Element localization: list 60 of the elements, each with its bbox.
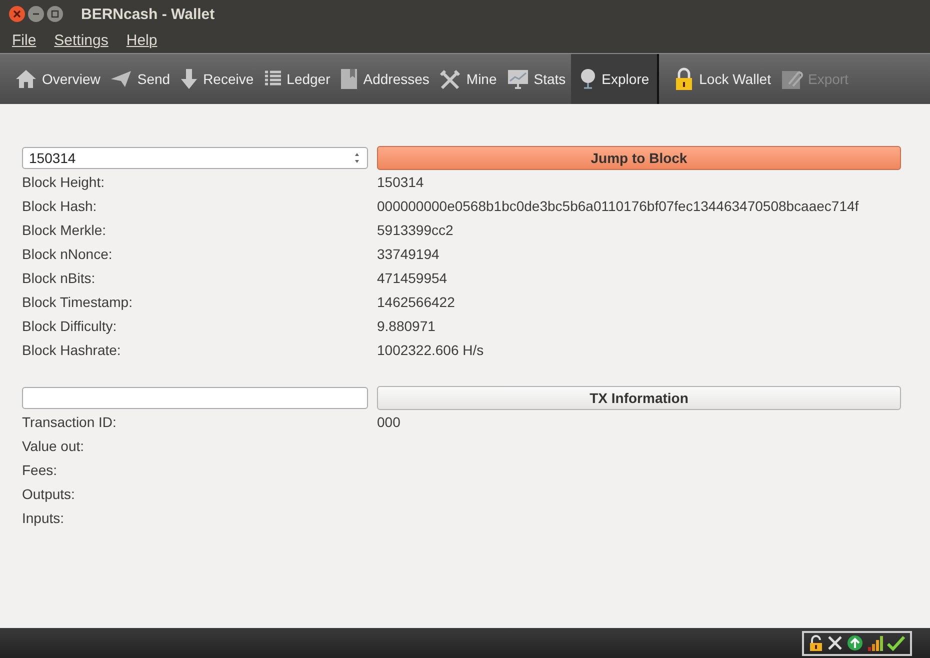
list-icon bbox=[264, 70, 282, 88]
field-value: 5913399cc2 bbox=[377, 222, 454, 238]
field-label: Block nNonce: bbox=[22, 246, 114, 262]
globe-icon bbox=[578, 68, 597, 90]
paperclip-icon bbox=[780, 68, 803, 90]
field-value: 1462566422 bbox=[377, 294, 456, 310]
paper-plane-icon bbox=[110, 70, 132, 88]
jump-to-block-button[interactable]: Jump to Block bbox=[377, 146, 901, 170]
padlock-icon bbox=[674, 67, 694, 91]
down-arrow-icon bbox=[180, 68, 198, 90]
close-icon bbox=[13, 10, 21, 18]
field-label: Inputs: bbox=[22, 510, 66, 526]
menu-item[interactable]: Settings bbox=[54, 32, 108, 49]
toolbar-tab[interactable]: Addresses bbox=[335, 54, 434, 104]
field-label: Fees: bbox=[22, 462, 58, 478]
toolbar-button[interactable]: Lock Wallet bbox=[669, 54, 776, 104]
window-title: BERNcash - Wallet bbox=[81, 6, 215, 22]
toolbar-tab[interactable]: Stats bbox=[502, 54, 571, 104]
minimize-button[interactable] bbox=[28, 6, 44, 22]
toolbar-tab[interactable]: Mine bbox=[434, 54, 502, 104]
book-icon bbox=[340, 68, 358, 90]
field-value: 1002322.606 H/s bbox=[377, 342, 485, 358]
field-label: Block Height: bbox=[22, 174, 106, 190]
field-label: Block Hash: bbox=[22, 198, 98, 214]
toolbar-tab[interactable]: Explore bbox=[570, 54, 658, 104]
field-label: Outputs: bbox=[22, 486, 76, 502]
field-label: Transaction ID: bbox=[22, 414, 118, 430]
spin-arrows-icon bbox=[353, 151, 361, 165]
padlock-icon bbox=[809, 634, 823, 652]
signal-bars-icon bbox=[867, 635, 883, 651]
field-value: 9.880971 bbox=[377, 318, 436, 334]
transaction-field[interactable] bbox=[22, 387, 368, 409]
pickaxe-icon bbox=[827, 635, 843, 651]
block-number-field[interactable]: 150314 bbox=[22, 147, 368, 169]
field-label: Block Hashrate: bbox=[22, 342, 122, 358]
field-label: Block Timestamp: bbox=[22, 294, 134, 310]
checkmark-icon bbox=[887, 635, 905, 651]
monitor-chart-icon bbox=[506, 69, 529, 89]
toolbar-tab[interactable]: Send bbox=[105, 54, 176, 104]
up-arrow-icon bbox=[847, 635, 863, 651]
field-label: Block Difficulty: bbox=[22, 318, 118, 334]
field-value: 150314 bbox=[377, 174, 425, 190]
toolbar-tab[interactable]: Overview bbox=[10, 54, 106, 104]
field-value: 471459954 bbox=[377, 270, 448, 286]
field-value: 000 bbox=[377, 414, 402, 430]
field-label: Block nBits: bbox=[22, 270, 96, 286]
close-button[interactable] bbox=[9, 6, 25, 22]
menu-item[interactable]: Help bbox=[126, 32, 158, 49]
maximize-button[interactable] bbox=[47, 6, 63, 22]
toolbar-tab[interactable]: Receive bbox=[175, 54, 259, 104]
pickaxe-icon bbox=[439, 69, 462, 89]
tx-information-button[interactable]: TX Information bbox=[377, 386, 901, 410]
menu-item[interactable]: File bbox=[12, 32, 36, 49]
field-value: 33749194 bbox=[377, 246, 440, 262]
maximize-icon bbox=[51, 10, 59, 18]
toolbar-tab[interactable]: Ledger bbox=[258, 54, 336, 104]
field-label: Value out: bbox=[22, 438, 86, 454]
house-icon bbox=[15, 69, 37, 89]
field-label: Block Merkle: bbox=[22, 222, 108, 238]
field-value: 000000000e0568b1bc0de3bc5b6a0110176bf07fec134463470508bcaaec714f bbox=[377, 198, 860, 214]
